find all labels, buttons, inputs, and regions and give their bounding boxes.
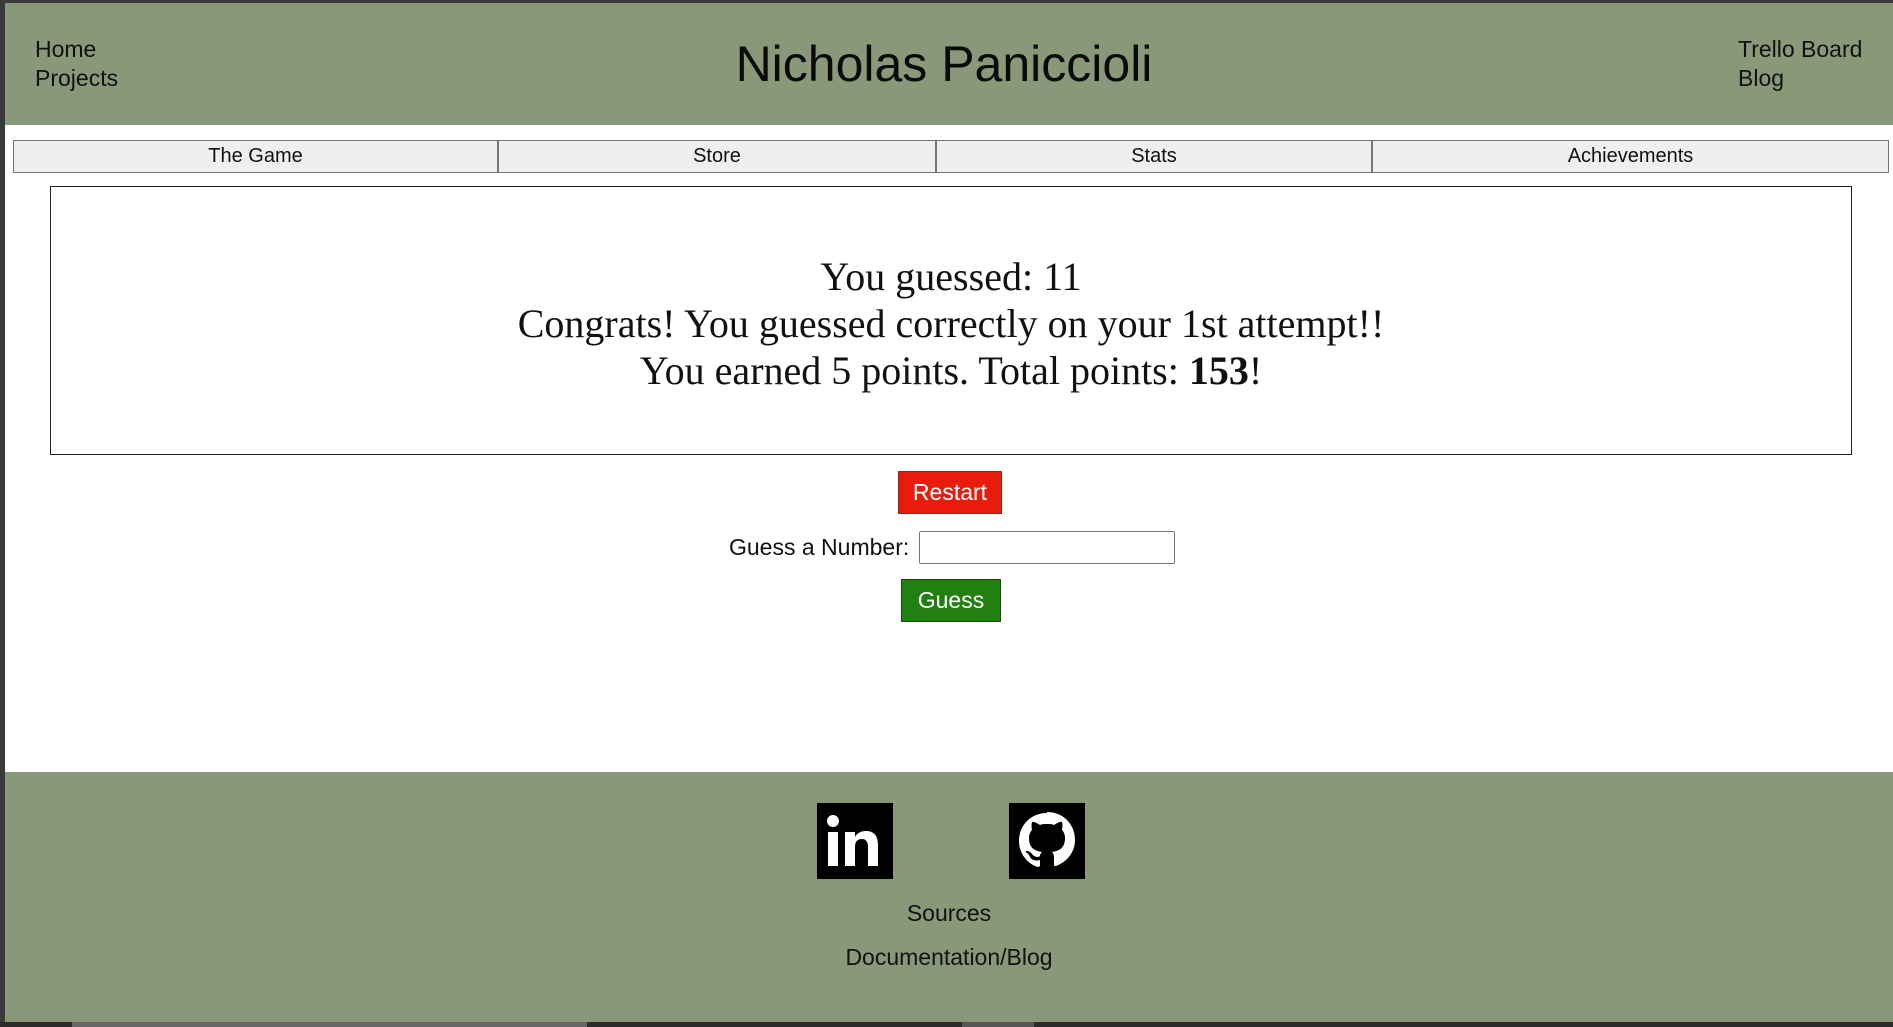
congrats-line: Congrats! You guessed correctly on your … — [517, 301, 1385, 346]
taskbar-segment — [962, 1022, 1034, 1027]
tab-stats[interactable]: Stats — [936, 140, 1372, 173]
page: Home Projects Nicholas Paniccioli Trello… — [5, 3, 1893, 1022]
taskbar-segment — [72, 1022, 587, 1027]
site-title: Nicholas Paniccioli — [735, 36, 1153, 92]
site-header: Home Projects Nicholas Paniccioli Trello… — [5, 3, 1893, 125]
result-message: You guessed: 11 Congrats! You guessed co… — [51, 253, 1851, 394]
guessed-line: You guessed: 11 — [820, 254, 1082, 299]
taskbar-strip — [0, 1022, 1893, 1027]
tab-the-game[interactable]: The Game — [13, 140, 498, 173]
site-footer: Sources Documentation/Blog — [5, 772, 1893, 1022]
total-points-value: 153 — [1188, 348, 1249, 393]
guess-input[interactable] — [919, 531, 1175, 564]
tab-store[interactable]: Store — [498, 140, 936, 173]
points-text: You earned 5 points. Total points: — [639, 348, 1189, 393]
guess-label: Guess a Number: — [729, 534, 910, 560]
sources-link[interactable]: Sources — [5, 900, 1893, 927]
tab-achievements[interactable]: Achievements — [1372, 140, 1889, 173]
points-line: You earned 5 points. Total points: 153! — [51, 347, 1851, 394]
result-box: You guessed: 11 Congrats! You guessed co… — [50, 186, 1852, 455]
linkedin-icon[interactable] — [817, 803, 893, 879]
points-suffix: ! — [1248, 348, 1263, 393]
nav-trello-link[interactable]: Trello Board — [1738, 35, 1862, 64]
github-icon[interactable] — [1009, 803, 1085, 879]
documentation-blog-link[interactable]: Documentation/Blog — [5, 944, 1893, 971]
guess-button[interactable]: Guess — [901, 579, 1001, 622]
nav-right: Trello Board Blog — [1738, 35, 1862, 93]
restart-button[interactable]: Restart — [898, 471, 1002, 514]
nav-blog-link[interactable]: Blog — [1738, 64, 1862, 93]
